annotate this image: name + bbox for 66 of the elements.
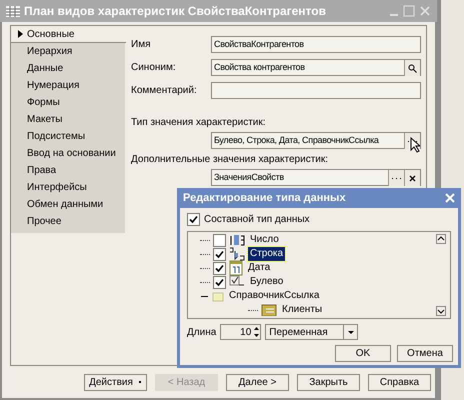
sidebar-item[interactable]: Подсистемы: [11, 128, 125, 145]
sidebar-item[interactable]: Права: [11, 162, 125, 179]
field-value: Свойства контрагентов: [213, 61, 306, 74]
search-icon: [408, 64, 417, 72]
field-label: Дополнительные значения характеристик:: [131, 153, 330, 167]
text-type-icon: [229, 247, 245, 261]
tree-item[interactable]: Клиенты: [280, 303, 324, 317]
text-field[interactable]: Булево, Строка, Дата, СправочникСсылка: [211, 132, 421, 149]
tree-item[interactable]: Строка: [248, 247, 286, 261]
text-field[interactable]: СвойстваКонтрагентов: [211, 36, 421, 53]
calendar-icon: [229, 260, 243, 276]
clear-button[interactable]: [404, 170, 420, 186]
mode-select[interactable]: Переменная: [265, 324, 358, 340]
sidebar-item[interactable]: Макеты: [11, 111, 125, 128]
sidebar-item[interactable]: Нумерация: [11, 77, 125, 94]
checkbox[interactable]: [213, 234, 226, 246]
dialog-button[interactable]: Справка: [368, 374, 431, 390]
sidebar-item[interactable]: Обмен данными: [11, 196, 125, 213]
field-label: Синоним:: [131, 61, 177, 75]
dialog-button[interactable]: Далее >: [226, 374, 289, 390]
field-label: Тип значения характеристик:: [131, 116, 267, 130]
spinner-arrows-icon[interactable]: [253, 326, 260, 338]
text-field[interactable]: ЗначенияСвойств: [211, 169, 421, 186]
sidebar-item[interactable]: Формы: [11, 94, 125, 111]
dialog-title: Редактирование типа данных: [183, 190, 347, 206]
close-icon: [409, 174, 416, 182]
folder-icon: [212, 290, 224, 302]
scroll-down-icon[interactable]: [436, 306, 446, 316]
sidebar-item[interactable]: Иерархия: [11, 43, 125, 60]
scrollbar[interactable]: [436, 232, 448, 318]
pointer-icon: [410, 137, 420, 153]
length-label: Длина: [187, 326, 216, 340]
field-value: Булево, Строка, Дата, СправочникСсылка: [213, 134, 380, 147]
sidebar-item[interactable]: Интерфейсы: [11, 179, 125, 196]
field-label: Комментарий:: [131, 84, 198, 98]
tree-item[interactable]: Булево: [248, 275, 286, 289]
folder-icon: [261, 304, 277, 316]
sidebar-item[interactable]: Прочее: [11, 213, 125, 230]
dialog-button[interactable]: OK: [335, 345, 391, 362]
dropdown-icon: [348, 330, 354, 334]
checkbox[interactable]: [213, 276, 226, 288]
app-icon: [6, 6, 20, 16]
checkbox[interactable]: [213, 262, 226, 274]
field-value: ЗначенияСвойств: [213, 171, 285, 184]
tree-item[interactable]: СправочникСсылка: [227, 289, 322, 303]
text-field[interactable]: Свойства контрагентов: [211, 59, 421, 76]
text-field[interactable]: [211, 82, 421, 99]
selected-marker-icon: [18, 30, 23, 38]
dialog-button[interactable]: Закрыть: [297, 374, 360, 390]
tree-item[interactable]: Число: [248, 233, 281, 247]
field-label: Имя: [131, 38, 152, 52]
scroll-up-icon[interactable]: [436, 234, 446, 244]
sidebar-item[interactable]: Основные: [11, 26, 126, 43]
sidebar-item[interactable]: Данные: [11, 60, 125, 77]
dropdown-icon: [138, 380, 142, 384]
sidebar-item[interactable]: Ввод на основании: [11, 145, 125, 162]
actions-menu-button[interactable]: Действия: [84, 374, 147, 390]
search-button[interactable]: [404, 60, 420, 76]
dialog-button[interactable]: Отмена: [397, 345, 453, 362]
length-spinner[interactable]: 10: [220, 324, 262, 340]
number-icon: [229, 234, 245, 246]
tree-item[interactable]: Дата: [246, 261, 272, 275]
checkbox-label: Составной тип данных: [204, 213, 310, 227]
window-title: План видов характеристик СвойстваКонтрагентов: [24, 3, 327, 20]
checkbox[interactable]: [187, 213, 200, 226]
checkbox[interactable]: [213, 248, 226, 260]
